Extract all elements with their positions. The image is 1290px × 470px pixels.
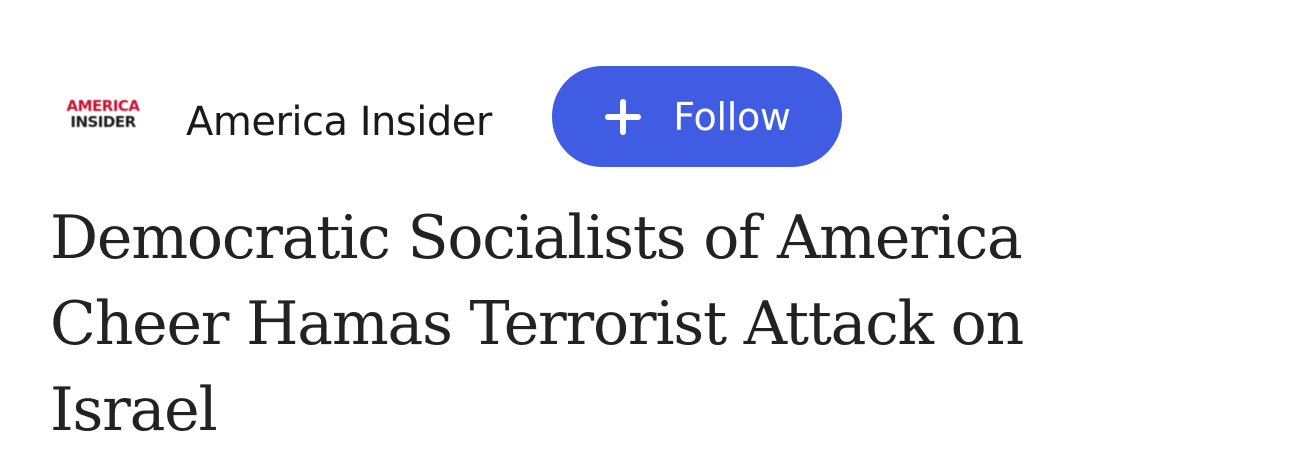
follow-button[interactable]: Follow bbox=[552, 66, 842, 167]
publisher-logo[interactable]: AMERICA INSIDER bbox=[60, 99, 146, 135]
follow-label: Follow bbox=[673, 94, 791, 139]
headline-line: Cheer Hamas Terrorist Attack on bbox=[50, 289, 1024, 359]
logo-text-top: AMERICA bbox=[66, 97, 140, 115]
headline-line: Democratic Socialists of America bbox=[50, 203, 1023, 273]
logo-text-bottom: INSIDER bbox=[70, 113, 136, 131]
publisher-header: AMERICA INSIDER America Insider Follow bbox=[0, 0, 1290, 180]
plus-icon bbox=[605, 98, 642, 135]
article-headline[interactable]: Democratic Socialists of America Cheer H… bbox=[50, 195, 1230, 453]
publisher-name[interactable]: America Insider bbox=[186, 94, 492, 150]
headline-line: Israel bbox=[50, 375, 218, 445]
